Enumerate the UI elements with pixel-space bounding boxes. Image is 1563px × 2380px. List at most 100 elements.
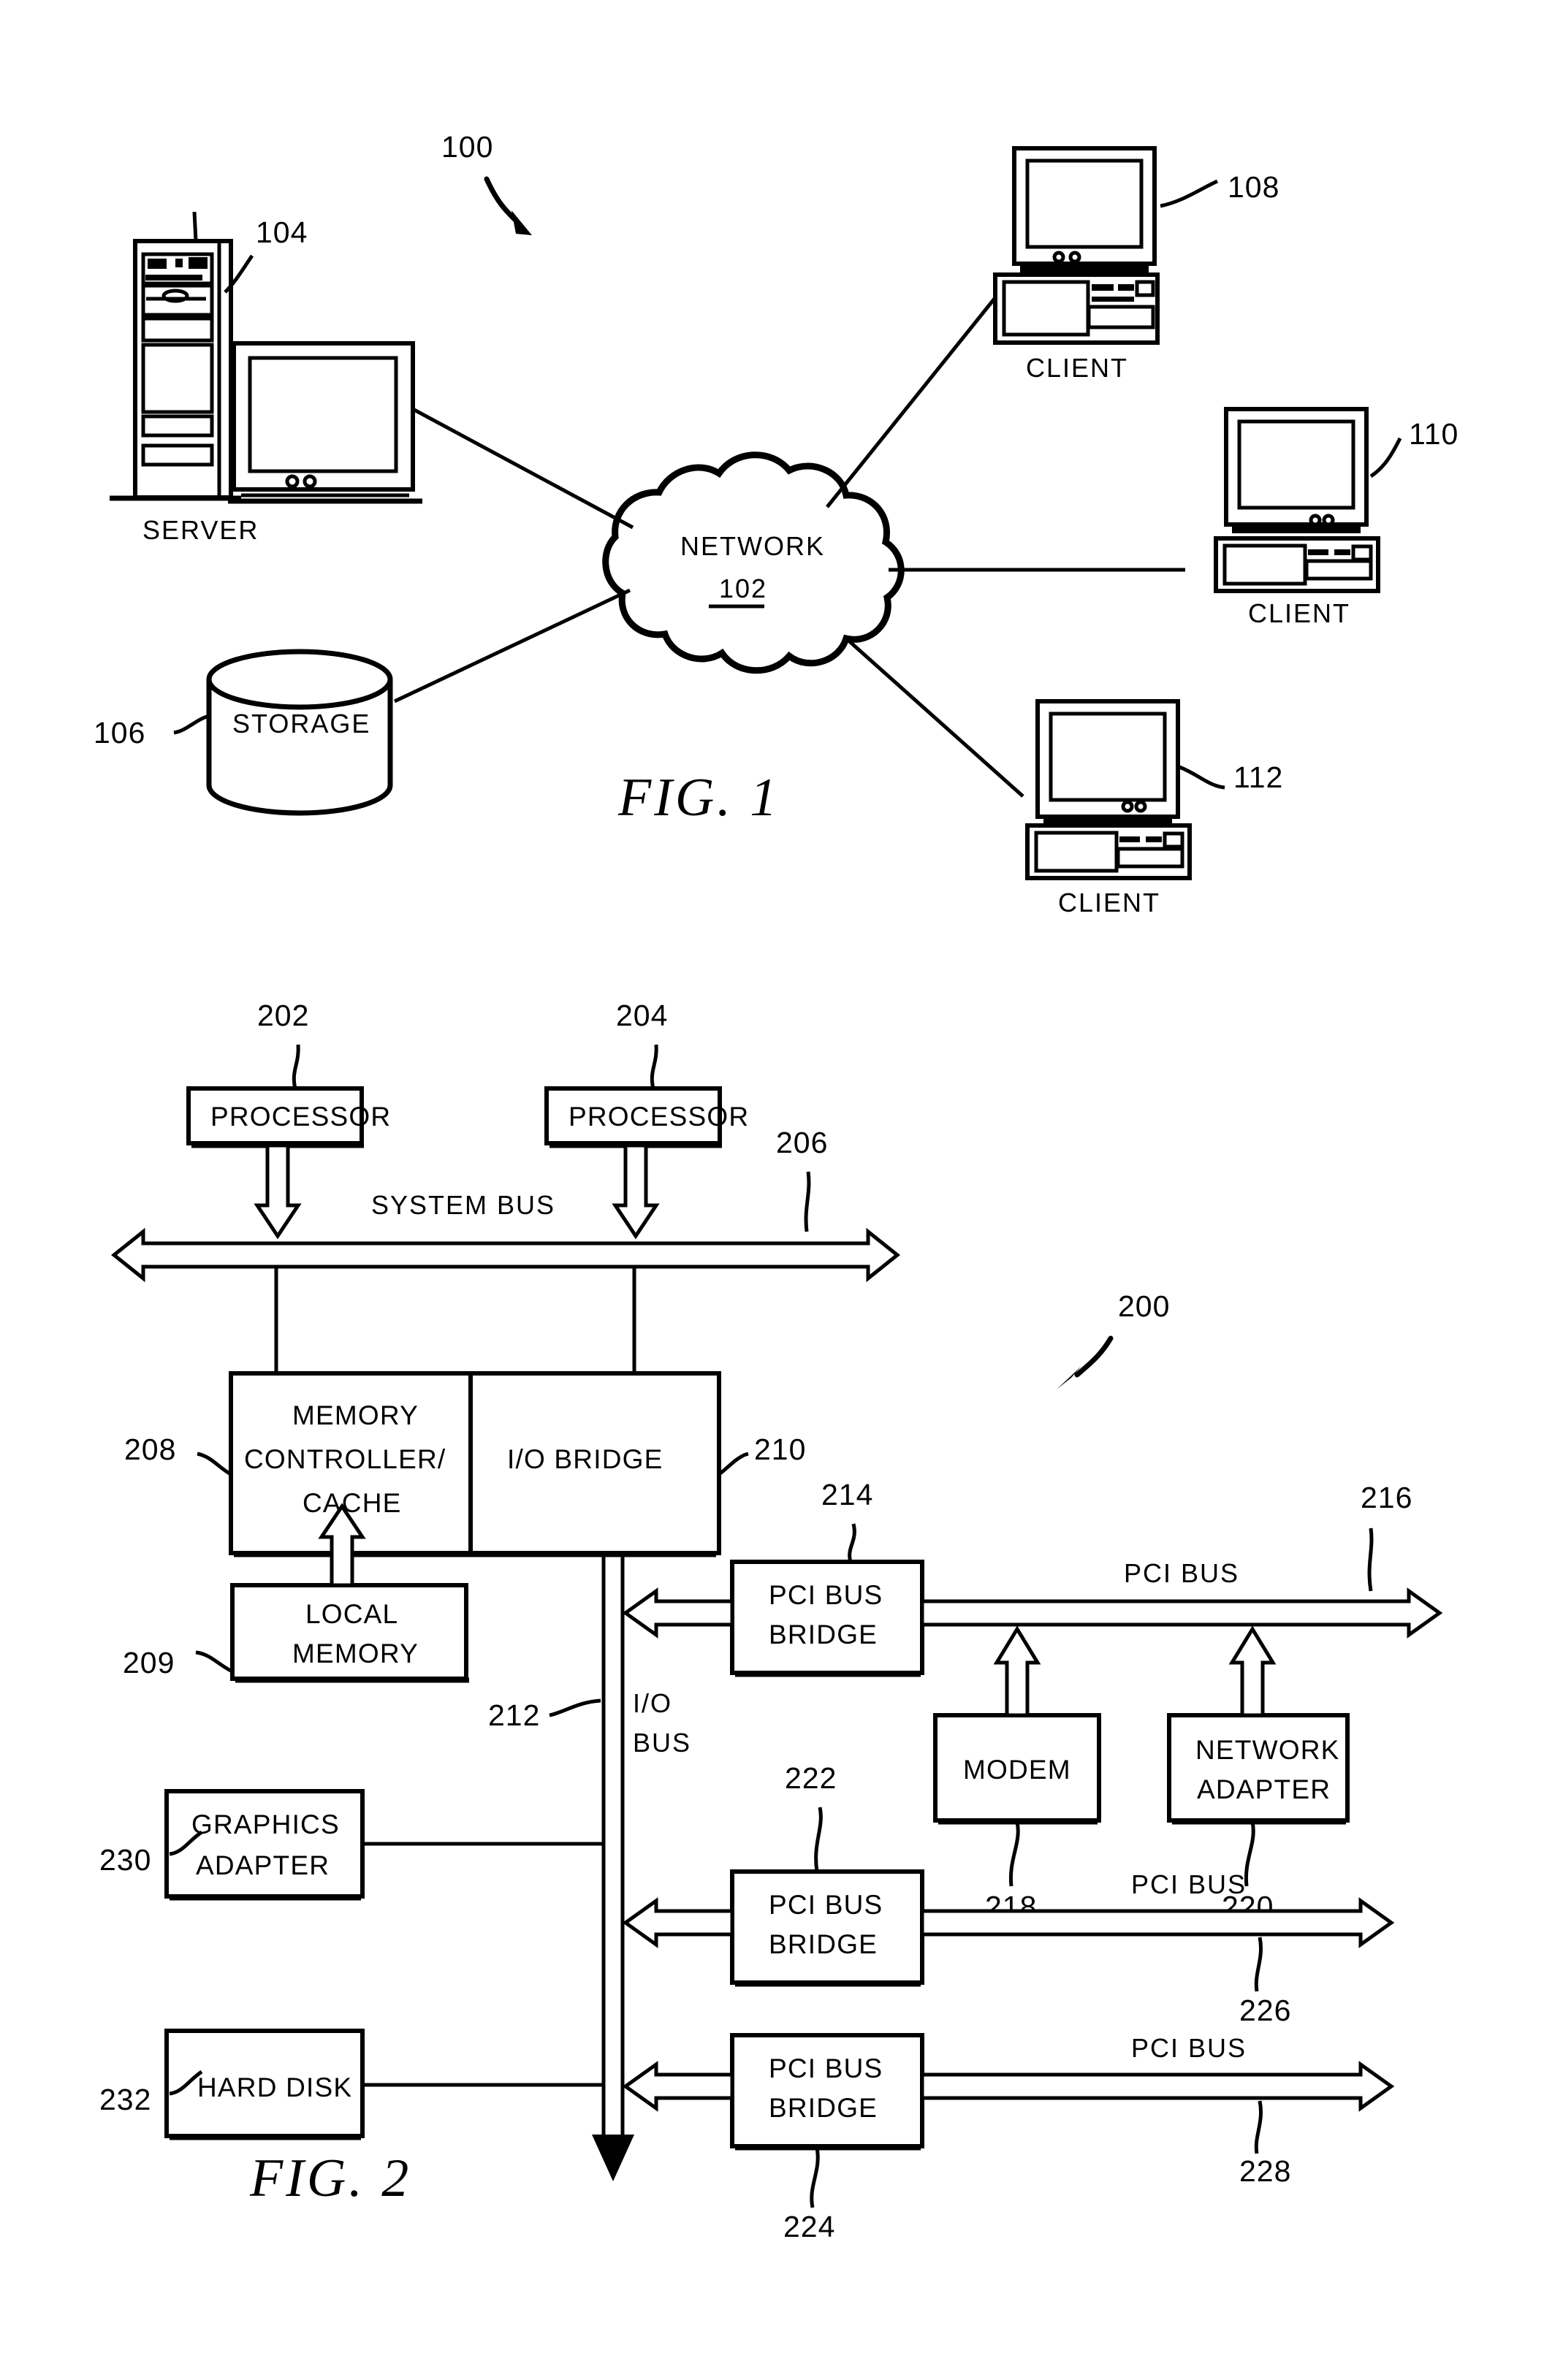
server-bay-1-detail-c [189, 257, 208, 269]
ref-209: 209 [123, 1646, 175, 1679]
server-bay-1-detail-d [145, 275, 202, 281]
client-108-floppy [1087, 305, 1155, 329]
processor-204-bus-arrow [612, 1143, 660, 1240]
memctl-label-line2: CONTROLLER/ [244, 1444, 446, 1474]
client-112-slot-c [1163, 831, 1184, 849]
client-110-led-1 [1309, 514, 1322, 527]
io-bus-label-line1: I/O [633, 1688, 672, 1718]
ref-108-leader [1160, 179, 1219, 208]
pci-bridge-214-box [730, 1560, 924, 1675]
client-110-floppy [1304, 559, 1373, 581]
ref-100: 100 [441, 130, 493, 164]
ref-222-leader [814, 1807, 823, 1872]
client-108-illustration: CLIENT [993, 146, 1160, 383]
processor-204-label: PROCESSOR [568, 1102, 749, 1132]
ref-110-leader [1369, 437, 1402, 478]
server-bay-4 [141, 343, 214, 414]
patent-figure-sheet: 100 SERVER 104 STORAGE 106 NETWORK 102 C… [0, 0, 1563, 2380]
server-illustration: SERVER [110, 211, 422, 545]
ref-206-leader [804, 1171, 811, 1232]
server-monitor-screen [248, 356, 398, 473]
graphics-adapter-box [164, 1789, 365, 1899]
ref-208-leader [197, 1452, 232, 1476]
storage-top-ellipse [206, 649, 393, 710]
network-adapter-label-line2: ADAPTER [1197, 1774, 1331, 1804]
server-bay-1-detail-a [148, 259, 167, 269]
ref-210-leader [718, 1452, 749, 1476]
network-adapter-label-line1: NETWORK [1195, 1735, 1340, 1765]
pci-bus-228-arrow [920, 2061, 1395, 2112]
pci-bus-228-label: PCI BUS [1131, 2033, 1247, 2063]
ref-110: 110 [1409, 417, 1459, 451]
client-108-case-panel [1002, 280, 1090, 337]
ref-206: 206 [776, 1126, 828, 1159]
ref-224-leader [810, 2147, 820, 2208]
server-bay-5 [141, 414, 214, 438]
system-bus-label: SYSTEM BUS [371, 1190, 555, 1220]
client-108-screen [1025, 159, 1144, 249]
ref-202-leader [292, 1044, 300, 1089]
ref-218-leader [1008, 1821, 1020, 1887]
client-110-monitor-neck [1232, 525, 1361, 533]
client-110-led-2 [1322, 514, 1335, 527]
pci-bridge-224-box [730, 2033, 924, 2148]
client-112-led-1 [1121, 800, 1134, 813]
memctl-label-line3: CACHE [303, 1488, 402, 1518]
client-108-slot-b [1118, 284, 1134, 291]
ref-228-leader [1254, 2100, 1263, 2154]
ref-212-leader [549, 1698, 601, 1717]
client-110-slot-c [1351, 544, 1373, 562]
ref-226-leader [1254, 1937, 1263, 1992]
server-bay-3 [141, 316, 214, 343]
pci-222-to-iobus-arrow [622, 1897, 734, 1948]
pci-224-to-iobus-arrow [622, 2061, 734, 2112]
ref-106-leader [173, 714, 210, 735]
ref-204-leader [650, 1044, 658, 1089]
ref-112-leader [1179, 765, 1225, 790]
ref-200: 200 [1118, 1289, 1170, 1323]
io-bus-arrowhead [592, 2135, 634, 2181]
processor-202-label: PROCESSOR [210, 1102, 391, 1132]
io-bridge-label: I/O BRIDGE [507, 1444, 663, 1474]
figure-2-group: 200 PROCESSOR 202 PROCESSOR 204 SYSTEM B… [99, 999, 1443, 2243]
client-112-illustration: CLIENT [1025, 699, 1192, 918]
ref-100-arrowhead [512, 210, 532, 235]
ref-100-leader [484, 176, 517, 222]
storage-bottom-arc [206, 785, 393, 816]
client-110-case-panel [1222, 543, 1307, 586]
ref-220-leader [1244, 1821, 1255, 1887]
server-monitor-led-1 [285, 474, 300, 489]
client-112-label: CLIENT [1058, 888, 1160, 918]
processor-202-bus-arrow [254, 1143, 302, 1240]
ref-224: 224 [783, 2210, 835, 2243]
modem-up-arrow [993, 1625, 1041, 1717]
ref-222: 222 [785, 1761, 837, 1795]
figure-2-caption: FIG. 2 [249, 2148, 411, 2208]
ref-210: 210 [754, 1433, 806, 1466]
figure-1-caption: FIG. 1 [617, 768, 780, 828]
cloud-outline [602, 451, 905, 674]
network-adapter-box [1167, 1713, 1350, 1823]
ref-216-leader [1367, 1527, 1374, 1592]
ref-216: 216 [1361, 1481, 1412, 1514]
client-110-screen [1237, 419, 1355, 510]
network-ref: 102 [719, 573, 767, 603]
ref-106: 106 [94, 716, 145, 750]
client-110-slot-b [1334, 549, 1350, 555]
client-108-slot-a [1092, 284, 1114, 291]
pci-bus-216-label: PCI BUS [1124, 1558, 1239, 1588]
client-108-slot-c [1135, 280, 1155, 297]
ref-232: 232 [99, 2083, 151, 2116]
ref-212: 212 [488, 1698, 540, 1732]
client-112-case-panel [1034, 831, 1119, 873]
ref-204: 204 [616, 999, 668, 1032]
storage-illustration: STORAGE [206, 649, 393, 816]
client-108-label: CLIENT [1026, 353, 1128, 383]
system-bus-arrow [110, 1227, 901, 1283]
client-112-floppy [1116, 847, 1184, 869]
server-bay-1-detail-b [175, 259, 183, 267]
client-110-label: CLIENT [1248, 598, 1350, 628]
ref-209-leader [195, 1650, 234, 1674]
io-bus-label-line2: BUS [633, 1728, 691, 1758]
client-108-led-1 [1052, 251, 1065, 264]
